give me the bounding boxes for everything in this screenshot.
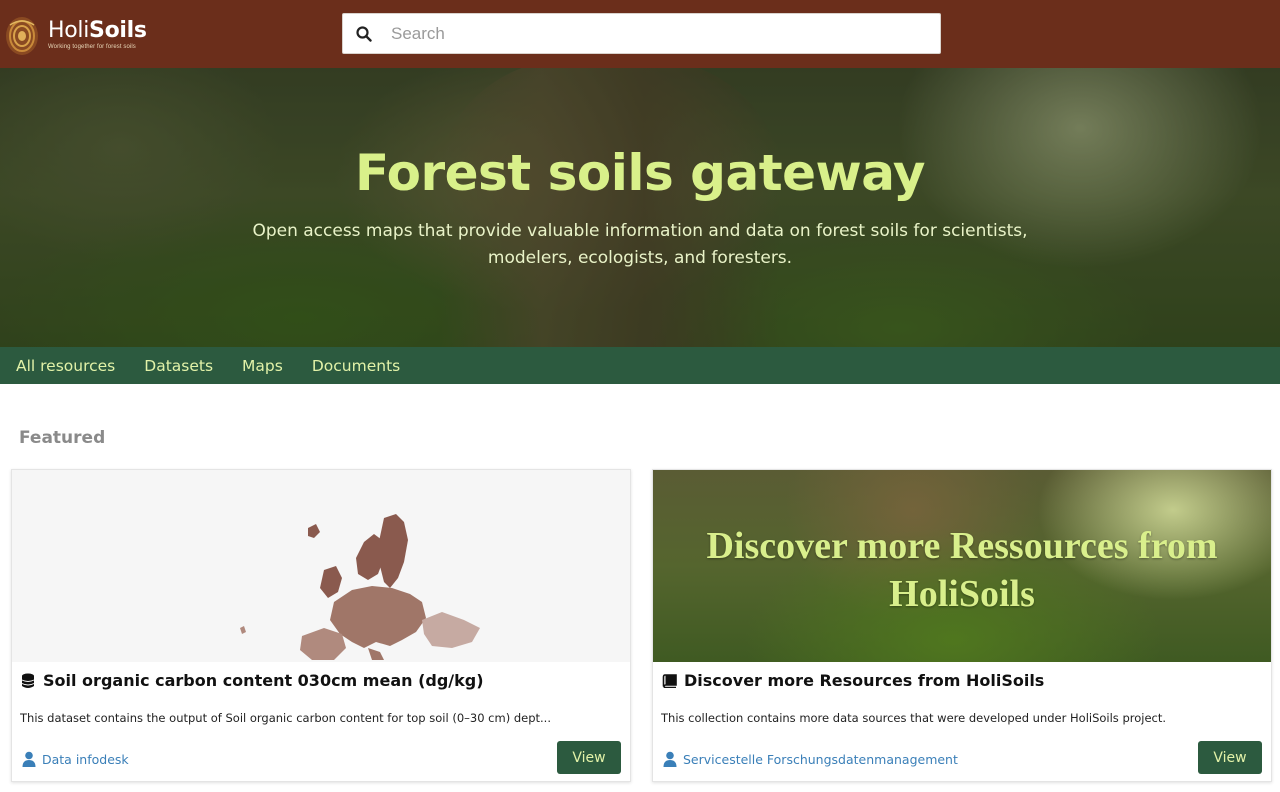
search-icon[interactable]: [343, 13, 385, 54]
nav-maps[interactable]: Maps: [242, 357, 283, 375]
card-title[interactable]: Discover more Resources from HoliSoils: [661, 671, 1044, 690]
top-header: HoliSoils Working together for forest so…: [0, 0, 1280, 68]
resource-nav: All resources Datasets Maps Documents: [0, 347, 1280, 384]
soil-layers-icon: [4, 11, 40, 57]
holisoils-logo[interactable]: HoliSoils Working together for forest so…: [4, 8, 164, 60]
search-box: [342, 13, 941, 54]
featured-card-dataset[interactable]: Soil organic carbon content 030cm mean (…: [11, 469, 631, 782]
view-button[interactable]: View: [1198, 741, 1262, 774]
hero-banner: Forest soils gateway Open access maps th…: [0, 68, 1280, 347]
search-input[interactable]: [385, 14, 940, 53]
logo-tagline: Working together for forest soils: [48, 43, 136, 50]
hero-title: Forest soils gateway: [354, 144, 926, 202]
card-description: This collection contains more data sourc…: [661, 711, 1167, 725]
book-icon: [661, 672, 677, 690]
nav-all-resources[interactable]: All resources: [16, 357, 115, 375]
nav-datasets[interactable]: Datasets: [144, 357, 213, 375]
database-icon: [20, 672, 36, 690]
card-description: This dataset contains the output of Soil…: [20, 711, 551, 725]
user-icon: [22, 751, 36, 767]
card-title[interactable]: Soil organic carbon content 030cm mean (…: [20, 671, 484, 690]
card-owner-link[interactable]: Servicestelle Forschungsdatenmanagement: [663, 751, 958, 767]
logo-wordmark: HoliSoils: [48, 17, 147, 43]
thumbnail-caption: Discover more Ressources from HoliSoils: [706, 525, 1218, 615]
view-button[interactable]: View: [557, 741, 621, 774]
nav-documents[interactable]: Documents: [312, 357, 400, 375]
featured-heading: Featured: [19, 428, 106, 448]
europe-map-thumbnail: [12, 470, 630, 662]
user-icon: [663, 751, 677, 767]
featured-card-collection[interactable]: Discover more Ressources from HoliSoils …: [652, 469, 1272, 782]
card-owner-link[interactable]: Data infodesk: [22, 751, 129, 767]
hero-subtitle: Open access maps that provide valuable i…: [252, 221, 1028, 268]
forest-banner-thumbnail: Discover more Ressources from HoliSoils: [653, 470, 1271, 662]
